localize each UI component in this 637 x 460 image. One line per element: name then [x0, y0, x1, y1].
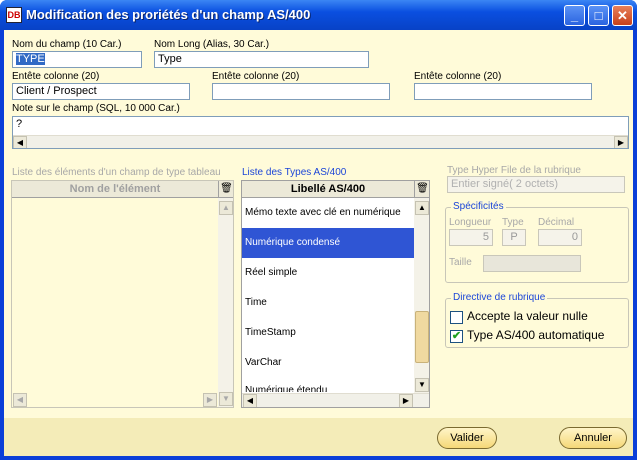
entete3-field[interactable] — [414, 83, 592, 100]
annuler-button[interactable]: Annuler — [559, 427, 627, 449]
scroll-up-icon[interactable]: ▲ — [415, 201, 429, 215]
elements-list-header: Nom de l'élément — [12, 181, 218, 198]
decimal-label: Décimal — [538, 217, 575, 228]
type-auto-checkbox[interactable]: ✔ — [450, 330, 463, 343]
checkmark-icon: ✔ — [451, 330, 462, 342]
types-list[interactable]: Libellé AS/400 🗑 Mémo texte avec clé en … — [241, 180, 430, 408]
column-settings-icon[interactable]: 🗑 — [218, 181, 233, 198]
dialog-body: Nom du champ (10 Car.) TYPE Nom Long (Al… — [4, 30, 633, 456]
close-button[interactable]: ✕ — [612, 5, 633, 26]
window-title: Modification des proriétés d'un champ AS… — [26, 7, 311, 22]
list-item[interactable]: Mémo texte avec clé en numérique — [242, 198, 414, 228]
type-label: Type — [502, 217, 524, 228]
scroll-down-icon[interactable]: ▼ — [415, 378, 429, 392]
directive-group: Directive de rubrique Accepte la valeur … — [445, 292, 629, 348]
list-item[interactable]: Time — [242, 288, 414, 318]
nom-champ-value: TYPE — [16, 53, 45, 65]
nom-long-label: Nom Long (Alias, 30 Car.) — [154, 39, 270, 50]
scrollbar-thumb[interactable] — [415, 311, 429, 364]
nom-long-field[interactable]: Type — [154, 51, 369, 68]
elements-vscrollbar[interactable]: ▲ ▼ — [218, 198, 233, 407]
nom-champ-label: Nom du champ (10 Car.) — [12, 39, 122, 50]
accepte-null-label: Accepte la valeur nulle — [467, 309, 588, 323]
note-text: ? — [16, 118, 23, 130]
elements-hscrollbar[interactable]: ◀ ▶ — [12, 393, 218, 407]
types-vscrollbar[interactable]: ▲ ▼ — [414, 198, 429, 393]
types-list-header: Libellé AS/400 — [242, 181, 414, 198]
type-field[interactable]: P — [502, 229, 526, 246]
specificites-group: Spécificités Longueur 5 Type P Décimal 0… — [445, 201, 629, 283]
valider-button[interactable]: Valider — [437, 427, 497, 449]
list-item[interactable]: Réel simple — [242, 258, 414, 288]
scroll-right-icon[interactable]: ▶ — [614, 136, 628, 148]
title-bar[interactable]: DB Modification des proriétés d'un champ… — [0, 0, 637, 30]
type-auto-label: Type AS/400 automatique — [467, 328, 605, 342]
types-list-caption: Liste des Types AS/400 — [242, 167, 347, 178]
longueur-field[interactable]: 5 — [449, 229, 493, 246]
list-item[interactable]: VarChar — [242, 348, 414, 378]
longueur-label: Longueur — [449, 217, 492, 228]
scroll-right-icon[interactable]: ▶ — [399, 394, 413, 407]
note-label: Note sur le champ (SQL, 10 000 Car.) — [12, 103, 180, 114]
entete1-field[interactable]: Client / Prospect — [12, 83, 190, 100]
note-hscrollbar[interactable]: ◀ ▶ — [13, 135, 628, 148]
specificites-title: Spécificités — [451, 201, 506, 212]
entete1-label: Entête colonne (20) — [12, 71, 100, 82]
taille-label: Taille — [449, 257, 472, 268]
entete2-label: Entête colonne (20) — [212, 71, 300, 82]
directive-title: Directive de rubrique — [451, 292, 548, 303]
scroll-down-icon[interactable]: ▼ — [219, 392, 233, 406]
list-item[interactable]: TimeStamp — [242, 318, 414, 348]
scroll-left-icon[interactable]: ◀ — [13, 136, 27, 148]
entete3-label: Entête colonne (20) — [414, 71, 502, 82]
list-item[interactable]: Numérique étendu — [242, 378, 414, 392]
hyperfile-field[interactable]: Entier signé( 2 octets) — [447, 176, 625, 193]
taille-field[interactable] — [483, 255, 581, 272]
accepte-null-checkbox[interactable] — [450, 311, 463, 324]
entete2-field[interactable] — [212, 83, 390, 100]
nom-champ-field[interactable]: TYPE — [12, 51, 142, 68]
note-textarea[interactable]: ? ◀ ▶ — [12, 116, 629, 149]
minimize-button[interactable]: _ — [564, 5, 585, 26]
hyperfile-label: Type Hyper File de la rubrique — [447, 165, 581, 176]
dbx-app-icon: DB — [6, 7, 22, 23]
elements-list-caption: Liste des éléments d'un champ de type ta… — [12, 167, 221, 178]
dialog-window: DB Modification des proriétés d'un champ… — [0, 0, 637, 460]
button-bar: Valider Annuler — [4, 418, 633, 456]
decimal-field[interactable]: 0 — [538, 229, 582, 246]
maximize-button[interactable]: □ — [588, 5, 609, 26]
scroll-left-icon[interactable]: ◀ — [13, 393, 27, 407]
scroll-up-icon[interactable]: ▲ — [219, 201, 233, 215]
list-item-selected[interactable]: Numérique condensé — [242, 228, 414, 258]
elements-list[interactable]: Nom de l'élément 🗑 ▲ ▼ ◀ ▶ — [11, 180, 234, 408]
column-settings-icon[interactable]: 🗑 — [414, 181, 429, 198]
scroll-left-icon[interactable]: ◀ — [243, 394, 257, 407]
types-hscrollbar[interactable]: ◀ ▶ — [242, 393, 429, 407]
scroll-right-icon[interactable]: ▶ — [203, 393, 217, 407]
